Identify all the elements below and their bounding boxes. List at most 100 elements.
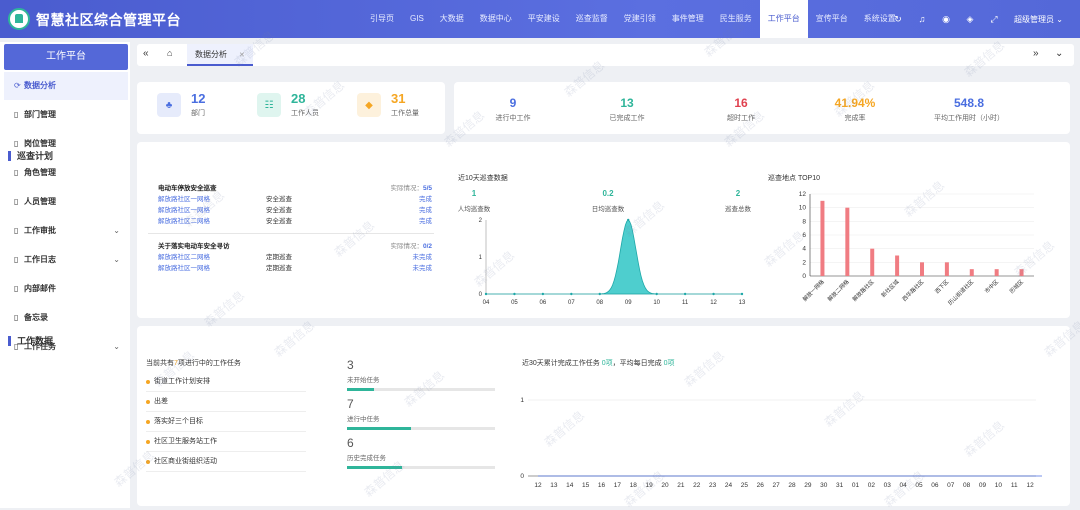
bar: [820, 200, 825, 276]
bar: [870, 248, 875, 276]
kpi-item: 9 进行中工作: [468, 96, 558, 123]
close-icon[interactable]: ✕: [239, 52, 245, 59]
x-tick-label: 13: [550, 482, 558, 489]
task-item[interactable]: 街道工作计划安排: [146, 372, 306, 392]
nav-item[interactable]: 巡查监督: [568, 0, 616, 38]
sidebar-item[interactable]: ▯ 备忘录: [4, 304, 128, 332]
task-list: 街道工作计划安排 出差 落实好三个目标 社区卫生服务站工作 社区商业街组织活动: [146, 372, 306, 472]
user-menu[interactable]: 超级管理员 ⌄: [1014, 14, 1063, 25]
summary-card: ♣ 12 部门 ☷ 28 工作人员 ◆ 31 工作总量: [137, 82, 445, 134]
x-tick-label: 21: [677, 482, 685, 489]
sidebar: 工作平台 ⟳ 数据分析 ▯ 部门管理 ▯ 岗位管理 ▯ 角色管理 ▯ 人员管理 ▯ 工作审批 ⌄ ▯ 工作日…: [0, 42, 130, 508]
plan-row: 解放路社区二网格 定期巡查 未完成: [148, 252, 436, 263]
refresh-icon[interactable]: ↻: [886, 14, 910, 25]
plan-grid-link[interactable]: 解放路社区一网格: [158, 263, 210, 274]
y-tick-label: 8: [802, 218, 806, 225]
x-tick-label: 03: [884, 482, 892, 489]
nav-item[interactable]: 数据中心: [472, 0, 520, 38]
plan-status: 完成: [419, 196, 432, 203]
y-tick-label: 1: [520, 397, 524, 404]
nav-item[interactable]: 工作平台: [759, 0, 808, 38]
kpi-value: 16: [734, 96, 748, 110]
x-tick-label: 08: [596, 300, 603, 306]
fullscreen-icon[interactable]: ⤢: [982, 14, 1006, 25]
x-tick-label: 25: [741, 482, 749, 489]
task-item[interactable]: 社区商业街组织活动: [146, 452, 306, 472]
nav-item[interactable]: 引导页: [362, 0, 402, 38]
nav-item[interactable]: 宣传平台: [808, 0, 856, 38]
x-tick-label: 新社区域: [879, 277, 901, 299]
plan-grid-link[interactable]: 解放路社区二网格: [158, 216, 210, 227]
top10-chart: 0 2 4 6 8 10 12 解放一网格 解放二网格 解放路社区 新社区域 西华路社区 西下区历山街道…: [799, 191, 1034, 307]
progress-fill: [347, 466, 402, 469]
x-tick-label: 西下区: [934, 278, 951, 295]
progress-label: 历史完成任务: [347, 455, 386, 462]
sidebar-item-label: 内部邮件: [24, 284, 56, 293]
plan-row: 解放路社区一网格 安全巡查 完成: [148, 194, 436, 205]
notification-icon[interactable]: ◉: [934, 14, 958, 25]
tag-icon[interactable]: ◈: [958, 14, 982, 25]
sidebar-title: 工作平台: [4, 44, 128, 70]
plan-grid-link[interactable]: 解放路社区一网格: [158, 194, 210, 205]
sidebar-item[interactable]: ▯ 部门管理: [4, 101, 128, 129]
sidebar-item[interactable]: ▯ 内部邮件: [4, 275, 128, 303]
task-progress: 6 历史完成任务: [347, 436, 495, 469]
task-item[interactable]: 社区卫生服务站工作: [146, 432, 306, 452]
kpi-label: 已完成工作: [609, 115, 645, 122]
double-chevron-left-icon[interactable]: «: [143, 48, 149, 59]
task-item[interactable]: 落实好三个目标: [146, 412, 306, 432]
sidebar-item[interactable]: ▯ 角色管理: [4, 159, 128, 187]
sidebar-item[interactable]: ▯ 工作日志 ⌄: [4, 246, 128, 274]
plan-grid-link[interactable]: 解放路社区一网格: [158, 205, 210, 216]
nav-item[interactable]: 事件管理: [664, 0, 712, 38]
task-item[interactable]: 出差: [146, 392, 306, 412]
y-tick-label: 4: [802, 246, 806, 253]
nav-item[interactable]: 党建引领: [616, 0, 664, 38]
nav-item[interactable]: 大数据: [432, 0, 472, 38]
x-tick-label: 12: [534, 482, 542, 489]
sidebar-item[interactable]: ⟳ 数据分析: [4, 72, 128, 100]
x-tick-label: 西华路社区: [900, 277, 925, 302]
double-chevron-right-icon[interactable]: »: [1033, 48, 1039, 59]
data-point: [655, 292, 658, 296]
plan-title: 关于落实电动车安全寻访: [158, 243, 230, 250]
plan-type: 安全巡查: [266, 196, 292, 203]
home-icon[interactable]: ⌂: [167, 48, 172, 58]
x-tick-label: 市中区: [983, 277, 1001, 295]
progress-fill: [347, 427, 411, 430]
sidebar-item-label: 人员管理: [24, 197, 56, 206]
y-tick-label: 0: [520, 473, 524, 480]
doc-icon: ▯: [14, 226, 19, 235]
sidebar-item-label: 工作审批: [24, 226, 56, 235]
x-tick-label: 07: [568, 300, 575, 306]
data-point: [570, 292, 573, 296]
x-tick-label: 10: [995, 482, 1003, 489]
chevron-down-icon: ⌄: [113, 342, 120, 351]
x-tick-label: 11: [682, 300, 689, 306]
x-tick-label: 24: [725, 482, 733, 489]
task-count-title: 当前共有7项进行中的工作任务: [146, 360, 241, 367]
plan-progress: 实际情况：0/2: [390, 243, 432, 250]
sidebar-item[interactable]: ▯ 工作审批 ⌄: [4, 217, 128, 245]
doc-icon: ▯: [14, 197, 19, 206]
nav-item[interactable]: 民生服务: [712, 0, 760, 38]
chevron-down-icon[interactable]: ⌄: [1055, 48, 1063, 59]
ten-day-value: 0.2: [602, 189, 614, 198]
plan-grid-link[interactable]: 解放路社区二网格: [158, 252, 210, 263]
nav-item[interactable]: GIS: [402, 0, 432, 38]
kpi-value: 9: [509, 96, 517, 110]
tab-data-analysis[interactable]: 数据分析 ✕: [187, 44, 253, 66]
x-tick-label: 17: [614, 482, 622, 489]
ten-day-label: 巡查总数: [725, 206, 751, 213]
plan-row: 解放路社区一网格 定期巡查 未完成: [148, 263, 436, 274]
sidebar-item-label: 数据分析: [24, 81, 56, 90]
box-icon: ◆: [357, 93, 381, 117]
bell-icon[interactable]: ♫: [910, 14, 934, 24]
sidebar-item[interactable]: ▯ 人员管理: [4, 188, 128, 216]
progress-label: 未开始任务: [347, 377, 380, 384]
bar: [944, 262, 949, 276]
patrol-section-title: 巡查计划: [8, 151, 53, 161]
nav-item[interactable]: 平安建设: [520, 0, 568, 38]
data-point: [683, 292, 687, 296]
plan-progress: 实际情况：5/5: [390, 185, 432, 192]
